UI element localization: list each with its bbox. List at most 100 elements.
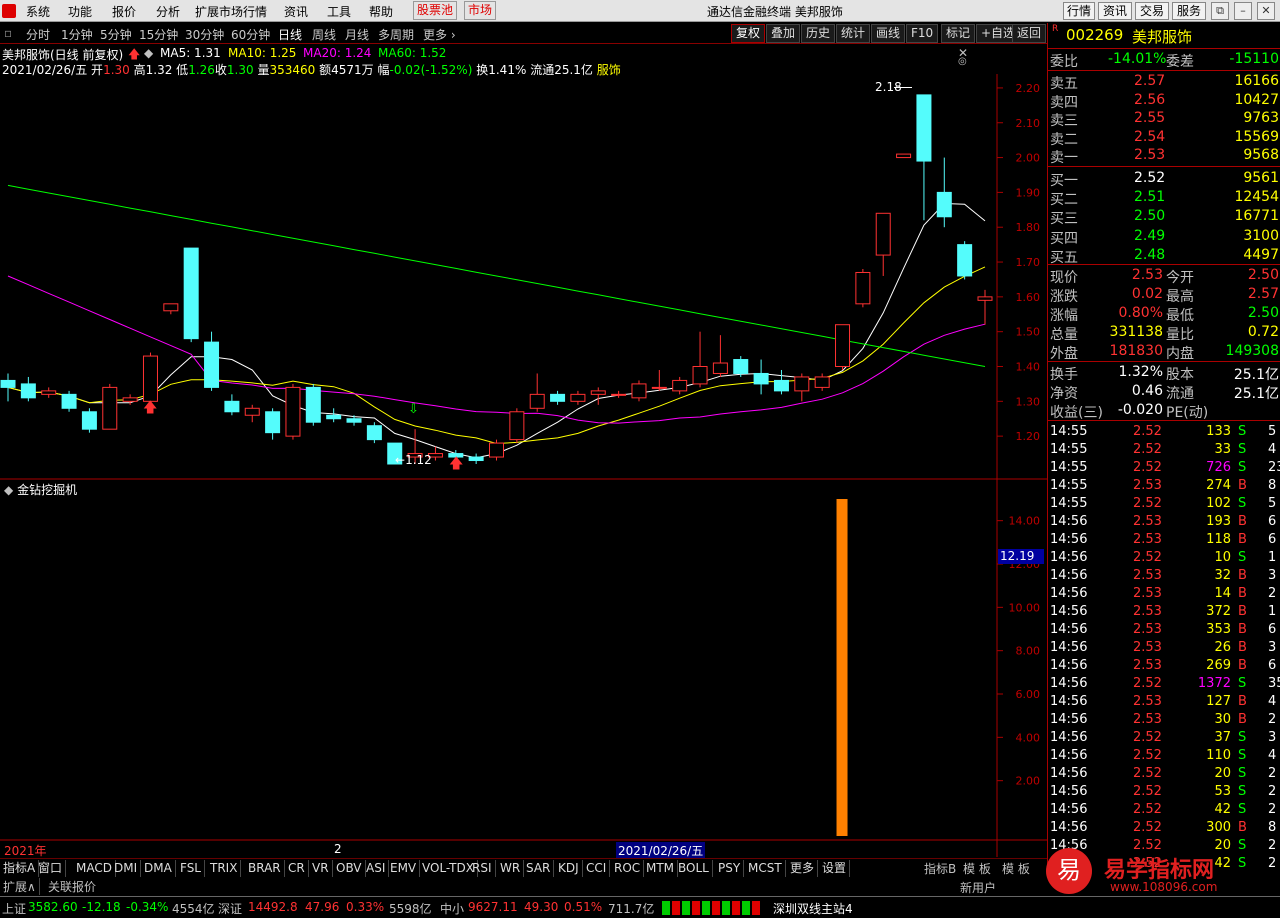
tab-monthly[interactable]: 月线 <box>345 26 369 43</box>
indicator-tab-3[interactable]: DMI <box>111 860 142 877</box>
indicator-tab-17[interactable]: KDJ <box>555 860 583 877</box>
tab-30min[interactable]: 30分钟 <box>185 26 224 43</box>
bid-price: 2.51 <box>1134 189 1166 206</box>
indicator-tab-11[interactable]: ASI <box>363 860 390 877</box>
tab-5min[interactable]: 5分钟 <box>100 26 132 43</box>
zx-amount: 711.7亿 <box>608 902 655 916</box>
candle-body <box>285 386 301 437</box>
menu-function[interactable]: 功能 <box>68 3 92 20</box>
indicator-tab-23[interactable]: MCST <box>745 860 786 877</box>
candle-body <box>692 366 708 385</box>
button-history[interactable]: 历史 <box>801 24 836 43</box>
menu-help[interactable]: 帮助 <box>369 3 393 20</box>
tick-row: 14:56 2.52 110 S 4 <box>1048 747 1280 765</box>
stat-value: 181830 <box>1109 343 1163 359</box>
indicator-tab-21[interactable]: BOLL <box>675 860 713 877</box>
tab-60min[interactable]: 60分钟 <box>231 26 270 43</box>
indicator-b-tab[interactable]: 指标B <box>924 860 956 877</box>
tab-multi-period[interactable]: 多周期 <box>378 26 414 43</box>
tab-intraday[interactable]: 分时 <box>26 26 50 43</box>
minimize-icon[interactable]: – <box>1234 2 1252 20</box>
button-draw[interactable]: 画线 <box>871 24 906 43</box>
indicator-tab-22[interactable]: PSY <box>715 860 745 877</box>
template-tab-2[interactable]: 模 板 <box>1002 860 1030 877</box>
low-annotation-value: 1.12 <box>405 453 432 467</box>
indicator-tab-14[interactable]: RSI <box>469 860 496 877</box>
tick-time: 14:56 <box>1050 802 1088 817</box>
tab-1min[interactable]: 1分钟 <box>61 26 93 43</box>
sh-index: 3582.60 <box>28 900 78 914</box>
button-statistics[interactable]: 统计 <box>836 24 871 43</box>
indicator-tab-19[interactable]: ROC <box>611 860 645 877</box>
window-title: 通达信金融终端 美邦服饰 <box>707 5 843 19</box>
indicator-tab-9[interactable]: VR <box>309 860 333 877</box>
button-adjust[interactable]: 复权 <box>731 24 766 43</box>
stat-value: 331138 <box>1109 324 1163 340</box>
indicator-tab-12[interactable]: EMV <box>387 860 421 877</box>
tick-price: 2.52 <box>1133 784 1162 799</box>
market-breadth-bar <box>662 901 762 915</box>
indicator-tab-16[interactable]: SAR <box>523 860 555 877</box>
button-market[interactable]: 行情 <box>1063 2 1095 20</box>
indicator-tab-1[interactable]: 窗口 <box>35 860 67 877</box>
button-service[interactable]: 服务 <box>1172 2 1206 20</box>
tick-side: S <box>1238 784 1247 799</box>
tick-side: S <box>1238 838 1247 853</box>
indicator-tab-8[interactable]: CR <box>285 860 309 877</box>
tick-volume: 353 <box>1206 622 1231 637</box>
menu-info[interactable]: 资讯 <box>284 3 308 20</box>
indicator-tab-25[interactable]: 设置 <box>819 860 851 877</box>
menu-extended-market[interactable]: 扩展市场行情 <box>195 3 267 20</box>
stat-label: 净资 <box>1050 386 1078 402</box>
indicator-tab-20[interactable]: MTM <box>643 860 679 877</box>
indicator-tab-4[interactable]: DMA <box>141 860 176 877</box>
indicator-tab-18[interactable]: CCI <box>583 860 611 877</box>
tab-15min[interactable]: 15分钟 <box>139 26 178 43</box>
button-mark[interactable]: 标记 <box>941 24 976 43</box>
button-back[interactable]: 返回 <box>1012 24 1047 43</box>
indicator-tab-24[interactable]: 更多 <box>787 860 819 877</box>
indicator-tab-15[interactable]: WR <box>497 860 525 877</box>
period-toolbar: ▫ 分时 1分钟 5分钟 15分钟 30分钟 60分钟 日线 周线 月线 多周期… <box>0 23 1047 44</box>
stock-name: 美邦服饰 <box>1132 28 1193 46</box>
close-icon[interactable]: ✕ <box>1257 2 1275 20</box>
new-user-link[interactable]: 新用户 <box>960 879 996 896</box>
candle-body <box>244 407 260 416</box>
candle-body <box>631 383 647 399</box>
tab-daily[interactable]: 日线 <box>278 26 302 43</box>
tick-volume: 37 <box>1214 730 1231 745</box>
button-overlay[interactable]: 叠加 <box>766 24 801 43</box>
indicator-tab-2[interactable]: MACD <box>73 860 116 877</box>
candle-body <box>936 191 952 218</box>
tab-weekly[interactable]: 周线 <box>312 26 336 43</box>
stat-row: 换手 1.32% 股本 25.1亿 <box>1048 363 1280 383</box>
expand-button[interactable]: 扩展∧ <box>3 878 40 895</box>
indicator-toggle-icon[interactable]: ◆ <box>4 483 13 497</box>
sell-signal-icon: ⇩ <box>408 402 419 417</box>
menu-tools[interactable]: 工具 <box>327 3 351 20</box>
price-axis-label: 2.10 <box>1016 117 1041 130</box>
template-tab[interactable]: 模 板 <box>963 860 991 877</box>
collapse-icon[interactable]: ▫ <box>4 26 12 40</box>
button-f10[interactable]: F10 <box>906 24 939 43</box>
restore-icon[interactable]: ⧉ <box>1211 2 1229 20</box>
indicator-tab-5[interactable]: FSL <box>177 860 205 877</box>
menu-market[interactable]: 市场 <box>464 1 497 20</box>
indicator-tab-7[interactable]: BRAR <box>245 860 285 877</box>
menu-stock-pool[interactable]: 股票池 <box>413 1 458 20</box>
related-quote-button[interactable]: 关联报价 <box>48 878 96 895</box>
menu-system[interactable]: 系统 <box>26 3 50 20</box>
button-trade[interactable]: 交易 <box>1135 2 1169 20</box>
tab-more[interactable]: 更多 › <box>423 26 456 43</box>
menu-analysis[interactable]: 分析 <box>156 3 180 20</box>
button-news[interactable]: 资讯 <box>1098 2 1132 20</box>
stat-label: 股本 <box>1166 367 1194 383</box>
indicator-tab-6[interactable]: TRIX <box>207 860 242 877</box>
tick-count: 2 <box>1268 766 1277 781</box>
indicator-tab-10[interactable]: OBV <box>333 860 366 877</box>
kline-chart[interactable]: 2.20 2.10 2.00 1.90 1.80 1.70 1.60 1.50 1.40 1.30… <box>0 44 1047 857</box>
menu-quote[interactable]: 报价 <box>112 3 136 20</box>
bid-volume: 9561 <box>1243 170 1279 186</box>
tick-time: 14:56 <box>1050 604 1088 619</box>
indicator-tab-0[interactable]: 指标A <box>0 860 40 877</box>
